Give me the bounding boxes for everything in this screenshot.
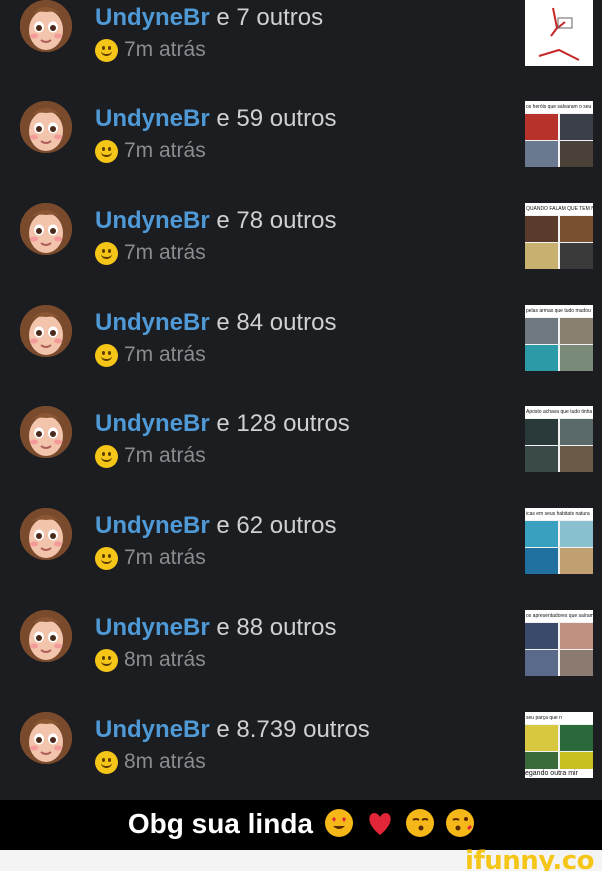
time-ago: 8m atrás — [124, 648, 206, 671]
notification-time: 8m atrás — [95, 750, 206, 774]
time-ago: 7m atrás — [124, 343, 206, 366]
others-count: e 7 outros — [216, 4, 324, 31]
thumbnail-caption: icas em seus habitats natura — [525, 508, 593, 520]
notification-row[interactable]: UndyneBr e 128 outros 7m atrás Aposto acha… — [0, 406, 602, 508]
notification-row[interactable]: UndyneBr e 62 outros 7m atrás icas em seus… — [0, 508, 602, 610]
notification-title: UndyneBr e 84 outros — [95, 309, 336, 337]
username-link[interactable]: UndyneBr — [95, 614, 210, 641]
avatar[interactable] — [20, 0, 72, 52]
smile-reaction-icon — [95, 139, 118, 163]
others-count: e 88 outros — [216, 614, 337, 641]
time-ago: 7m atrás — [124, 38, 206, 61]
thumbnail-bottom-text: egando outra mir — [525, 769, 593, 778]
thumbnail-caption: Aposto achava que tudo tinha um sentido — [525, 406, 593, 418]
thumbnail-caption: QUANDO FALAM QUE TEM NOVA — [525, 203, 593, 215]
others-count: e 128 outros — [216, 410, 350, 437]
avatar[interactable] — [20, 203, 72, 255]
notification-time: 7m atrás — [95, 139, 206, 163]
smile-reaction-icon — [95, 241, 118, 265]
ifunny-logo: ifunny.co — [465, 846, 594, 871]
notification-title: UndyneBr e 128 outros — [95, 410, 350, 438]
post-thumbnail[interactable]: os apresentadores que saíram da tv — [525, 610, 593, 676]
notification-row[interactable]: UndyneBr e 88 outros 8m atrás os apresenta… — [0, 610, 602, 712]
notification-title: UndyneBr e 7 outros — [95, 4, 323, 32]
notification-time: 7m atrás — [95, 343, 206, 367]
time-ago: 7m atrás — [124, 241, 206, 264]
others-count: e 78 outros — [216, 207, 337, 234]
username-link[interactable]: UndyneBr — [95, 512, 210, 539]
username-link[interactable]: UndyneBr — [95, 716, 210, 743]
smile-reaction-icon — [95, 546, 118, 570]
thumbnail-caption: os apresentadores que saíram da tv — [525, 610, 593, 622]
caption-label: Obg sua linda — [127, 808, 313, 839]
thumbnail-caption: os heróis que salvaram o seu país — [525, 101, 593, 113]
notification-time: 7m atrás — [95, 241, 206, 265]
time-ago: 7m atrás — [124, 546, 206, 569]
thumbnail-caption: pelas armas que tudo mudou — [525, 305, 593, 317]
notification-time: 7m atrás — [95, 444, 206, 468]
smile-reaction-icon — [95, 38, 118, 62]
kissing-face-emoji-icon — [406, 809, 435, 837]
others-count: e 8.739 outros — [216, 716, 370, 743]
notification-row[interactable]: UndyneBr e 59 outros 7m atrás os heróis qu… — [0, 101, 602, 203]
avatar[interactable] — [20, 305, 72, 357]
notification-row[interactable]: UndyneBr e 8.739 outros 8m atrás seu parça… — [0, 712, 602, 814]
smile-reaction-icon — [95, 750, 118, 774]
thumbnail-caption: seu parça que n — [525, 712, 593, 724]
username-link[interactable]: UndyneBr — [95, 207, 210, 234]
notification-time: 7m atrás — [95, 546, 206, 570]
notification-title: UndyneBr e 59 outros — [95, 105, 336, 133]
notification-row[interactable]: UndyneBr e 78 outros 7m atrás QUANDO FALAM… — [0, 203, 602, 305]
time-ago: 7m atrás — [124, 444, 206, 467]
post-thumbnail[interactable]: icas em seus habitats natura — [525, 508, 593, 574]
red-heart-emoji-icon — [365, 810, 395, 836]
avatar[interactable] — [20, 406, 72, 458]
avatar[interactable] — [20, 101, 72, 153]
post-thumbnail[interactable]: QUANDO FALAM QUE TEM NOVA — [525, 203, 593, 269]
others-count: e 84 outros — [216, 309, 337, 336]
post-thumbnail[interactable]: Aposto achava que tudo tinha um sentido — [525, 406, 593, 472]
time-ago: 8m atrás — [124, 750, 206, 773]
username-link[interactable]: UndyneBr — [95, 309, 210, 336]
notification-title: UndyneBr e 78 outros — [95, 207, 336, 235]
username-link[interactable]: UndyneBr — [95, 4, 210, 31]
avatar[interactable] — [20, 610, 72, 662]
heart-eyes-emoji-icon — [324, 809, 353, 837]
smile-reaction-icon — [95, 444, 118, 468]
notification-row[interactable]: UndyneBr e 7 outros 7m atrás — [0, 0, 602, 102]
notification-row[interactable]: UndyneBr e 84 outros 7m atrás pelas armas … — [0, 305, 602, 407]
notification-title: UndyneBr e 8.739 outros — [95, 716, 370, 744]
others-count: e 62 outros — [216, 512, 337, 539]
avatar[interactable] — [20, 712, 72, 764]
smile-reaction-icon — [95, 648, 118, 672]
caption-text: Obg sua linda — [0, 808, 602, 840]
kissing-heart-emoji-icon — [446, 809, 475, 837]
post-thumbnail[interactable]: pelas armas que tudo mudou — [525, 305, 593, 371]
post-thumbnail[interactable]: seu parça que n egando outra mir — [525, 712, 593, 778]
notification-time: 7m atrás — [95, 38, 206, 62]
others-count: e 59 outros — [216, 105, 337, 132]
notification-title: UndyneBr e 88 outros — [95, 614, 336, 642]
post-thumbnail[interactable] — [525, 0, 593, 66]
username-link[interactable]: UndyneBr — [95, 410, 210, 437]
smile-reaction-icon — [95, 343, 118, 367]
notification-time: 8m atrás — [95, 648, 206, 672]
avatar[interactable] — [20, 508, 72, 560]
post-thumbnail[interactable]: os heróis que salvaram o seu país — [525, 101, 593, 167]
username-link[interactable]: UndyneBr — [95, 105, 210, 132]
notification-title: UndyneBr e 62 outros — [95, 512, 336, 540]
time-ago: 7m atrás — [124, 139, 206, 162]
